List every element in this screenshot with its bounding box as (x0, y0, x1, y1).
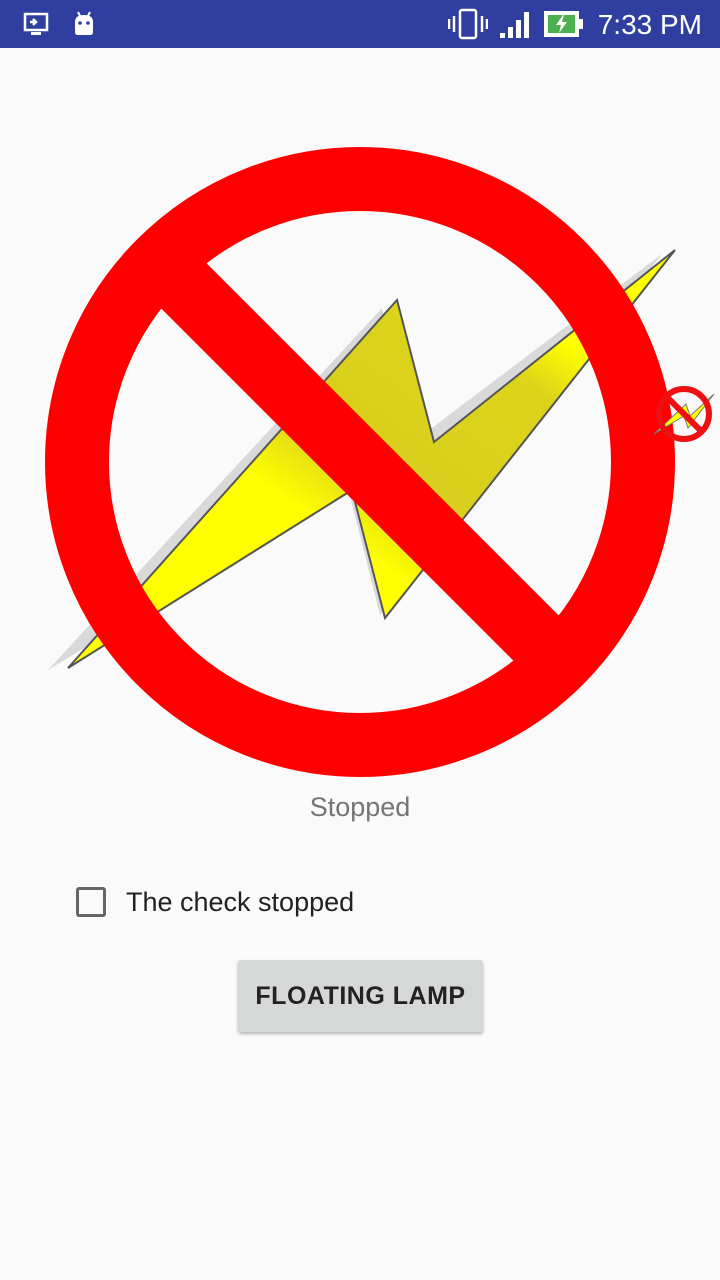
android-icon (68, 0, 100, 48)
vibrate-icon (447, 0, 489, 48)
check-stopped-row[interactable]: The check stopped (76, 880, 354, 924)
screen-cast-icon (20, 0, 52, 48)
check-stopped-label[interactable]: The check stopped (126, 887, 354, 918)
status-text: Stopped (309, 792, 411, 822)
floating-lamp-button[interactable]: FLOATING LAMP (238, 960, 483, 1032)
battery-charging-icon (543, 0, 585, 48)
status-bar: 7:33 PM (0, 0, 720, 48)
no-flash-icon[interactable] (30, 130, 690, 790)
signal-icon (497, 0, 533, 48)
check-stopped-checkbox[interactable] (76, 887, 106, 917)
status-time: 7:33 PM (597, 9, 702, 40)
floating-lamp-icon[interactable] (652, 382, 716, 446)
